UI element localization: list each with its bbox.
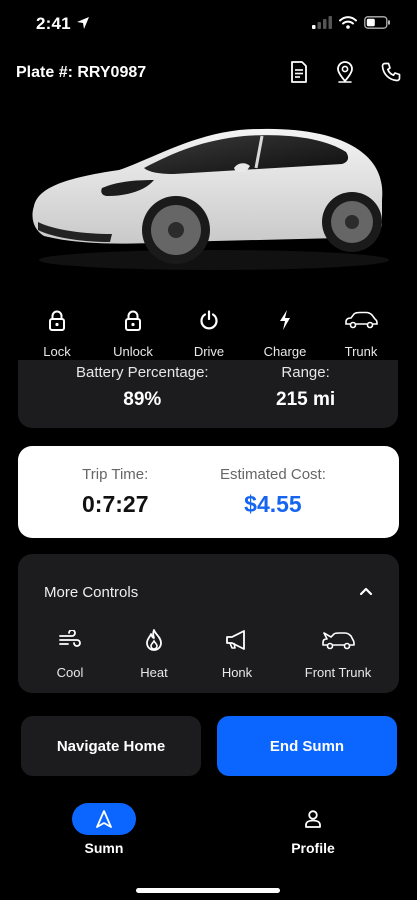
trunk-label: Trunk	[344, 344, 378, 359]
battery-icon	[364, 16, 391, 34]
drive-button[interactable]: Drive	[174, 300, 244, 364]
signal-icon	[312, 16, 332, 34]
trip-time-value: 0:7:27	[82, 491, 149, 517]
navigate-home-button[interactable]: Navigate Home	[21, 716, 201, 776]
charge-label: Charge	[263, 344, 307, 359]
fan-icon	[58, 628, 82, 652]
tab-sumn-label: Sumn	[84, 840, 124, 856]
cool-button[interactable]: Cool	[18, 628, 122, 680]
front-trunk-button[interactable]: Front Trunk	[288, 628, 388, 680]
quick-controls: Lock Unlock Drive Charge Trunk	[22, 300, 396, 364]
drive-label: Drive	[193, 344, 225, 359]
battery-value: 89%	[123, 389, 162, 410]
person-icon	[281, 803, 345, 835]
status-time: 2:41	[36, 14, 71, 33]
battery-stat: Battery Percentage: 89%	[76, 364, 209, 411]
estimated-cost-title: Estimated Cost:	[220, 466, 326, 483]
front-trunk-label: Front Trunk	[304, 665, 372, 680]
tab-profile-label: Profile	[291, 840, 335, 856]
vehicle-stats-card: Battery Percentage: 89% Range: 215 mi	[18, 360, 398, 428]
header: Plate #: RRY0987	[0, 56, 417, 92]
unlock-label: Unlock	[113, 344, 153, 359]
heat-button[interactable]: Heat	[122, 628, 186, 680]
location-pin-icon[interactable]	[333, 60, 357, 84]
honk-button[interactable]: Honk	[186, 628, 288, 680]
power-icon	[199, 306, 219, 334]
lock-icon	[48, 306, 66, 334]
tab-sumn[interactable]: Sumn	[72, 803, 136, 856]
wifi-icon	[339, 16, 357, 34]
heat-label: Heat	[140, 665, 168, 680]
horn-icon	[225, 628, 249, 652]
unlock-button[interactable]: Unlock	[98, 300, 168, 364]
range-stat: Range: 215 mi	[276, 364, 335, 411]
more-controls-title: More Controls	[44, 584, 139, 601]
range-value: 215 mi	[276, 389, 336, 410]
navigation-arrow-icon	[72, 803, 136, 835]
flame-icon	[145, 628, 163, 652]
car-image	[24, 118, 394, 278]
status-bar: 2:41	[0, 0, 417, 48]
chevron-up-icon[interactable]	[359, 584, 373, 603]
car-trunk-icon	[344, 306, 378, 334]
trip-time-title: Trip Time:	[82, 466, 149, 483]
home-indicator	[136, 888, 280, 893]
end-sumn-button[interactable]: End Sumn	[217, 716, 397, 776]
lock-button[interactable]: Lock	[22, 300, 92, 364]
lock-label: Lock	[43, 344, 71, 359]
estimated-cost: Estimated Cost: $4.55	[220, 466, 326, 518]
trip-time: Trip Time: 0:7:27	[82, 466, 148, 518]
tab-bar: Sumn Profile	[0, 800, 417, 860]
status-icons	[312, 16, 391, 34]
trunk-button[interactable]: Trunk	[326, 300, 396, 364]
charge-button[interactable]: Charge	[250, 300, 320, 364]
cool-label: Cool	[56, 665, 84, 680]
range-title: Range:	[281, 364, 330, 381]
battery-title: Battery Percentage:	[76, 364, 209, 381]
phone-icon[interactable]	[379, 60, 403, 84]
plate-number: Plate #: RRY0987	[16, 64, 147, 81]
bolt-icon	[278, 306, 292, 334]
estimated-cost-value: $4.55	[244, 491, 302, 517]
document-icon[interactable]	[287, 60, 311, 84]
unlock-icon	[124, 306, 142, 334]
more-controls-card: More Controls Cool Heat Honk Front Trunk	[18, 554, 399, 693]
honk-label: Honk	[221, 665, 253, 680]
trip-card: Trip Time: 0:7:27 Estimated Cost: $4.55	[18, 446, 399, 538]
location-arrow-icon	[76, 16, 90, 35]
tab-profile[interactable]: Profile	[281, 803, 345, 856]
car-frunk-icon	[321, 628, 355, 652]
